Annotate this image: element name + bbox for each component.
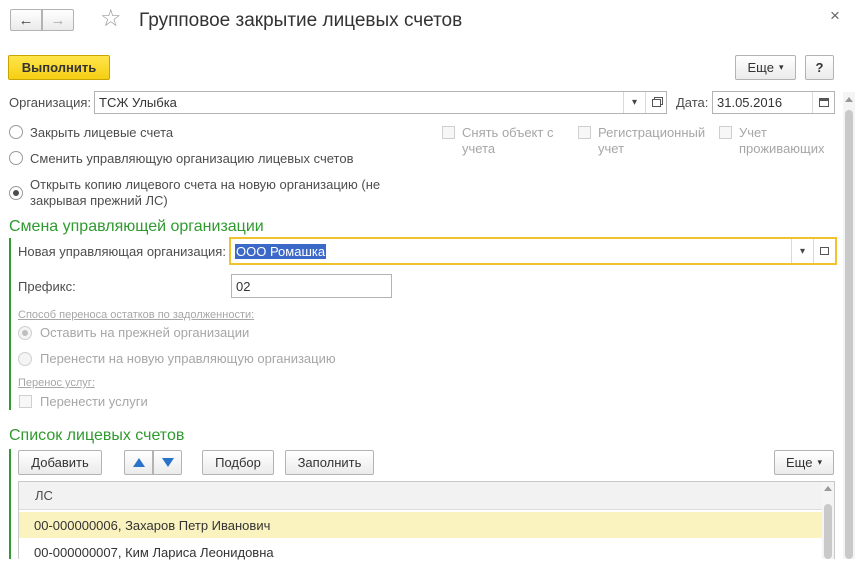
arrow-right-icon: → <box>50 11 66 29</box>
table-header <box>19 482 822 510</box>
checkbox-deregister-object-label-2: учета <box>462 141 496 156</box>
pick-button-label: Подбор <box>215 455 261 470</box>
calendar-button[interactable] <box>812 92 834 113</box>
date-label: Дата: <box>676 95 709 110</box>
table-row[interactable]: 00-000000007, Ким Лариса Леонидовна <box>19 539 822 565</box>
new-org-open-button[interactable] <box>813 239 835 263</box>
more-button-label: Еще <box>747 60 774 75</box>
org-value: ТСЖ Улыбка <box>99 95 177 110</box>
favorite-star-icon[interactable]: ☆ <box>100 5 122 33</box>
accounts-section-title: Список лицевых счетов <box>9 427 185 444</box>
chevron-down-icon: ▾ <box>799 245 806 257</box>
new-org-field[interactable]: ООО Ромашка ▾ <box>229 237 837 265</box>
checkbox-transfer-services[interactable] <box>19 395 32 408</box>
org-label: Организация: <box>9 95 92 110</box>
radio-close-accounts-label: Закрыть лицевые счета <box>30 125 174 140</box>
prefix-label: Префикс: <box>18 279 76 294</box>
move-down-button[interactable] <box>153 450 182 475</box>
prefix-field[interactable]: 02 <box>231 274 392 298</box>
forward-button[interactable]: → <box>42 9 74 31</box>
open-window-icon <box>652 98 661 107</box>
services-transfer-caption: Перенос услуг: <box>18 377 95 389</box>
new-org-label: Новая управляющая организация: <box>18 244 226 259</box>
page-scroll-up-icon[interactable] <box>845 97 853 102</box>
radio-change-org[interactable] <box>9 151 23 165</box>
column-header-account[interactable]: ЛС <box>35 488 53 503</box>
radio-keep-previous-org[interactable] <box>18 326 32 340</box>
execute-button-label: Выполнить <box>21 60 97 75</box>
checkbox-registration-label-1: Регистрационный <box>598 125 706 140</box>
list-more-button-label: Еще <box>786 455 813 470</box>
radio-open-copy-label-2: закрывая прежний ЛС) <box>30 193 168 208</box>
change-section-bar <box>9 238 11 410</box>
checkbox-residents[interactable] <box>719 126 732 139</box>
calendar-icon <box>818 98 829 107</box>
checkbox-registration-label-2: учет <box>598 141 625 156</box>
radio-keep-previous-org-label: Оставить на прежней организации <box>40 325 250 340</box>
new-org-value: ООО Ромашка <box>235 243 327 259</box>
add-button-label: Добавить <box>31 455 89 470</box>
account-cell: 00-000000006, Захаров Петр Иванович <box>34 517 271 533</box>
scroll-up-icon[interactable] <box>824 486 832 491</box>
fill-button-label: Заполнить <box>297 455 362 470</box>
arrow-left-icon: ← <box>18 11 34 29</box>
org-field[interactable]: ТСЖ Улыбка ▾ <box>94 91 667 114</box>
page-scrollbar-thumb[interactable] <box>845 110 853 559</box>
chevron-down-icon: ▾ <box>778 62 784 72</box>
radio-transfer-new-org[interactable] <box>18 352 32 366</box>
add-button[interactable]: Добавить <box>18 450 102 475</box>
page-title: Групповое закрытие лицевых счетов <box>139 10 463 31</box>
change-section-title: Смена управляющей организации <box>9 218 264 235</box>
close-icon[interactable]: × <box>830 6 840 26</box>
checkbox-residents-label-1: Учет <box>739 125 767 140</box>
new-org-dropdown-button[interactable]: ▾ <box>791 239 813 263</box>
radio-close-accounts[interactable] <box>9 125 23 139</box>
checkbox-registration[interactable] <box>578 126 591 139</box>
checkbox-deregister-object[interactable] <box>442 126 455 139</box>
debt-transfer-caption: Способ переноса остатков по задолженност… <box>18 309 255 321</box>
help-button-label: ? <box>815 60 824 75</box>
checkbox-transfer-services-label: Перенести услуги <box>40 394 148 409</box>
org-dropdown-button[interactable]: ▾ <box>623 92 645 113</box>
arrow-up-icon <box>132 458 145 467</box>
radio-open-copy-label-1: Открыть копию лицевого счета на новую ор… <box>30 177 381 192</box>
radio-transfer-new-org-label: Перенести на новую управляющую организац… <box>40 351 336 366</box>
back-button[interactable]: ← <box>10 9 42 31</box>
open-window-icon <box>820 247 829 255</box>
chevron-down-icon: ▾ <box>631 97 638 108</box>
table-scrollbar-thumb[interactable] <box>824 504 832 559</box>
radio-change-org-label: Сменить управляющую организацию лицевых … <box>30 151 354 166</box>
pick-button[interactable]: Подбор <box>202 450 274 475</box>
chevron-down-icon: ▾ <box>817 457 822 467</box>
list-more-button[interactable]: Еще ▾ <box>774 450 834 475</box>
date-field[interactable]: 31.05.2016 <box>712 91 835 114</box>
accounts-section-bar <box>9 449 11 559</box>
fill-button[interactable]: Заполнить <box>285 450 374 475</box>
arrow-down-icon <box>161 458 174 467</box>
date-value: 31.05.2016 <box>717 95 783 110</box>
checkbox-deregister-object-label-1: Снять объект с <box>462 125 554 140</box>
org-open-button[interactable] <box>645 92 666 113</box>
checkbox-residents-label-2: проживающих <box>739 141 825 156</box>
prefix-value: 02 <box>236 278 251 294</box>
radio-open-copy[interactable] <box>9 186 23 200</box>
move-up-button[interactable] <box>124 450 153 475</box>
execute-button[interactable]: Выполнить <box>8 55 110 80</box>
more-button[interactable]: Еще ▾ <box>735 55 796 80</box>
help-button[interactable]: ? <box>805 55 834 80</box>
account-cell: 00-000000007, Ким Лариса Леонидовна <box>34 544 274 560</box>
table-row[interactable]: 00-000000006, Захаров Петр Иванович <box>19 512 822 538</box>
